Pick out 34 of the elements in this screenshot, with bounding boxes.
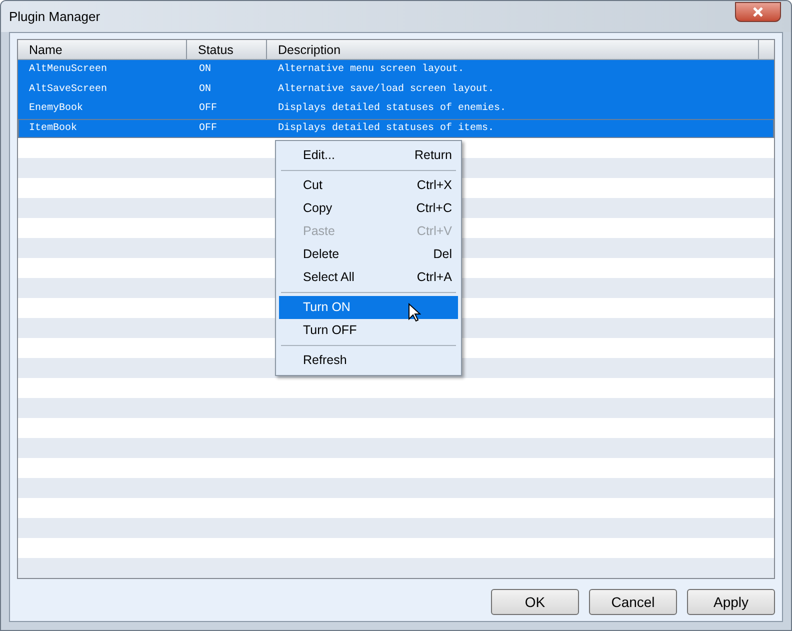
table-cell-text: Displays detailed statuses of items. [277, 122, 494, 136]
window-title: Plugin Manager [9, 8, 100, 26]
dialog-button[interactable]: OK [491, 589, 579, 615]
close-icon [752, 6, 764, 16]
menu-item[interactable]: Refresh [279, 349, 458, 372]
column-header[interactable]: Status [187, 40, 267, 59]
table-cell-text: Displays detailed statuses of enemies. [277, 102, 506, 116]
table-row[interactable]: AltSaveScreen ON Alternative save/load screen layout. [18, 80, 774, 99]
table-cell-text: AltMenuScreen [28, 62, 108, 78]
table-row[interactable]: EnemyBook OFF Displays detailed statuses of enemies. [18, 99, 774, 118]
table-cell-text: ON [198, 82, 212, 97]
table-cell-text: AltSaveScreen [28, 82, 108, 97]
table-cell-text: Alternative save/load screen layout. [277, 82, 494, 97]
cursor-icon [408, 303, 421, 322]
menu-item[interactable]: Edit... Return [279, 144, 458, 167]
menu-item[interactable]: Cut Ctrl+X [279, 174, 458, 197]
column-header[interactable]: Description [267, 40, 759, 59]
table-cell-text: OFF [198, 122, 218, 136]
dialog-button[interactable]: Apply [687, 589, 775, 615]
menu-item[interactable]: Turn OFF [279, 319, 458, 342]
column-header[interactable]: Name [18, 40, 187, 59]
menu-item[interactable]: Turn ON [279, 296, 458, 319]
table-row[interactable]: ItemBook OFF Displays detailed statuses of items. [18, 118, 774, 138]
table-row[interactable]: AltMenuScreen ON Alternative menu screen layout. [18, 60, 774, 80]
menu-item[interactable]: Delete Del [279, 243, 458, 266]
table-cell-text: ON [198, 63, 212, 78]
menu-item[interactable]: Copy Ctrl+C [279, 197, 458, 220]
table-cell-text: Alternative menu screen layout. [277, 62, 464, 78]
table-cell-text: EnemyBook [28, 102, 84, 116]
dialog-button[interactable]: Cancel [589, 589, 677, 615]
table-cell-text: ItemBook [28, 122, 78, 136]
table-cell-text: OFF [198, 102, 218, 116]
close-button[interactable] [735, 2, 781, 22]
menu-item[interactable]: Select All Ctrl+A [279, 266, 458, 289]
